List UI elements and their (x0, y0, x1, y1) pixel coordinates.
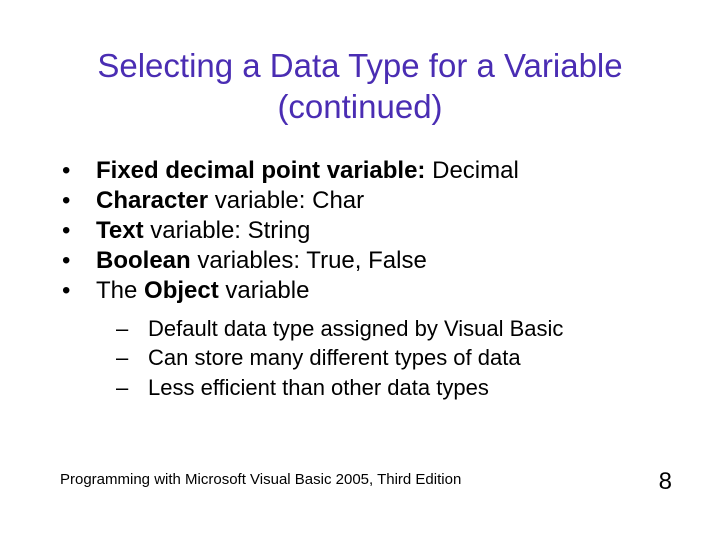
bullet-text: The Object variable (96, 276, 309, 306)
bullet-text: Text variable: String (96, 216, 310, 246)
bullet-item: • Character variable: Char (60, 186, 680, 216)
bullet-marker: • (60, 186, 96, 216)
page-number: 8 (659, 468, 672, 496)
bullet-pre: The (96, 277, 144, 304)
bullet-item: • The Object variable (60, 276, 680, 306)
bullet-marker: • (60, 216, 96, 246)
sub-text: Default data type assigned by Visual Bas… (148, 314, 563, 344)
bullet-bold: Fixed decimal point variable: (96, 157, 425, 184)
bullet-marker: • (60, 156, 96, 186)
bullet-bold: Boolean (96, 247, 191, 274)
sub-marker: – (114, 343, 148, 373)
sub-list: – Default data type assigned by Visual B… (114, 314, 680, 403)
sub-text: Less efficient than other data types (148, 373, 489, 403)
bullet-rest: variable: Char (208, 187, 364, 214)
sub-item: – Default data type assigned by Visual B… (114, 314, 680, 344)
bullet-text: Fixed decimal point variable: Decimal (96, 156, 519, 186)
bullet-rest: Decimal (425, 157, 518, 184)
sub-marker: – (114, 314, 148, 344)
title-line-2: (continued) (277, 88, 442, 125)
sub-text: Can store many different types of data (148, 343, 521, 373)
title-line-1: Selecting a Data Type for a Variable (97, 47, 622, 84)
bullet-text: Boolean variables: True, False (96, 246, 427, 276)
sub-item: – Can store many different types of data (114, 343, 680, 373)
bullet-marker: • (60, 276, 96, 306)
bullet-text: Character variable: Char (96, 186, 364, 216)
bullet-rest: variable: String (144, 217, 311, 244)
sub-item: – Less efficient than other data types (114, 373, 680, 403)
bullet-bold: Character (96, 187, 208, 214)
footer-book-title: Programming with Microsoft Visual Basic … (60, 471, 461, 488)
bullet-bold: Object (144, 277, 219, 304)
bullet-bold: Text (96, 217, 144, 244)
bullet-item: • Fixed decimal point variable: Decimal (60, 156, 680, 186)
bullet-rest: variables: True, False (191, 247, 427, 274)
slide: Selecting a Data Type for a Variable (co… (0, 0, 720, 540)
slide-title: Selecting a Data Type for a Variable (co… (0, 0, 720, 128)
bullet-item: • Boolean variables: True, False (60, 246, 680, 276)
sub-marker: – (114, 373, 148, 403)
slide-body: • Fixed decimal point variable: Decimal … (60, 156, 680, 403)
bullet-item: • Text variable: String (60, 216, 680, 246)
bullet-post: variable (219, 277, 310, 304)
bullet-marker: • (60, 246, 96, 276)
